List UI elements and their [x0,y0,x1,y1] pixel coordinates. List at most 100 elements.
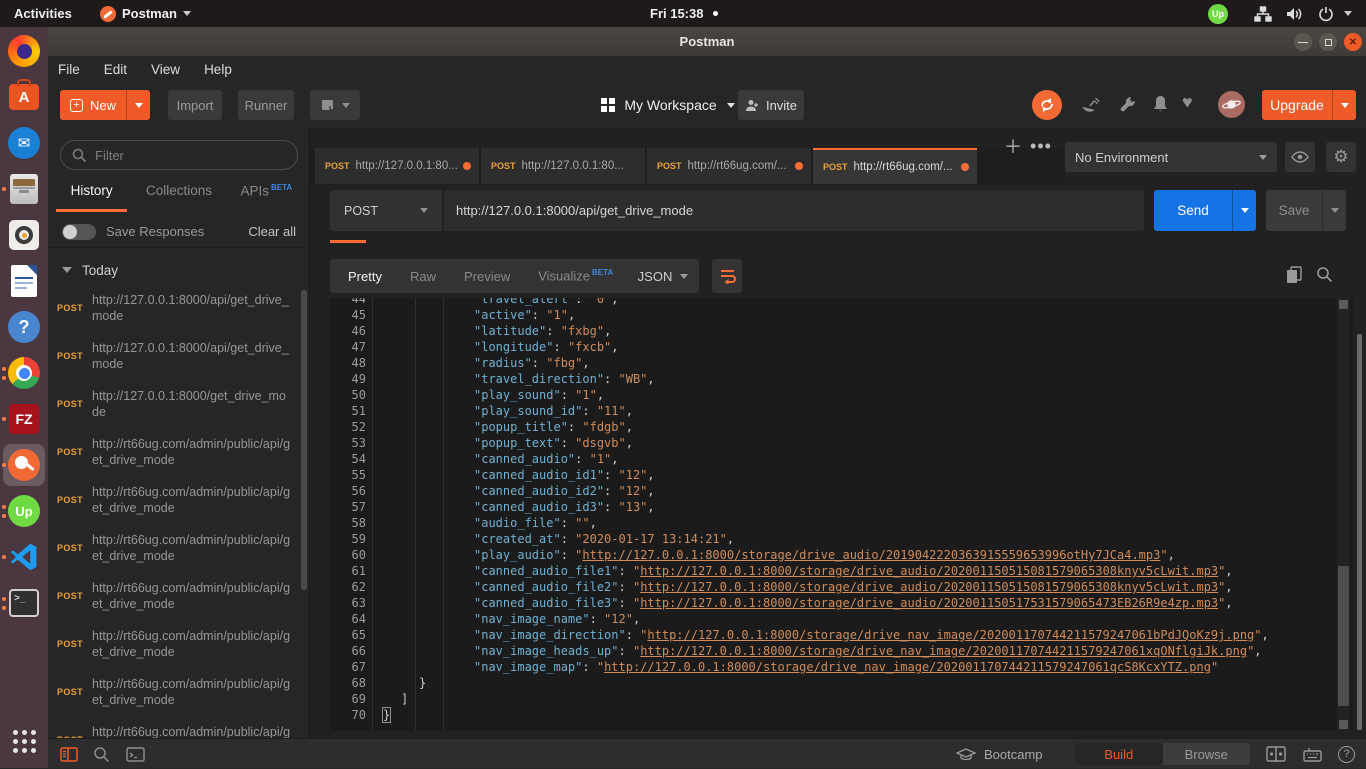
history-item[interactable]: POSThttp://rt66ug.com/admin/public/api/g… [48,716,310,738]
wrap-text-button[interactable] [712,259,742,293]
new-button[interactable]: +New [60,90,126,120]
dock-item-firefox[interactable] [0,29,48,73]
history-item[interactable]: POSThttp://rt66ug.com/admin/public/api/g… [48,476,310,524]
history-item[interactable]: POSThttp://127.0.0.1:8000/get_drive_mode [48,380,310,428]
clock[interactable]: Fri 15:38 [650,0,718,27]
shortcuts-button[interactable] [1303,739,1322,769]
upwork-tray-icon[interactable]: Up [1208,0,1228,27]
app-menu[interactable]: Postman [100,0,191,27]
search-response-button[interactable] [1316,266,1333,283]
menu-view[interactable]: View [151,62,180,77]
sync-status-icon[interactable] [1032,90,1062,120]
sidebar-tab-collections[interactable]: Collections [135,178,222,210]
method-select[interactable]: POST [330,190,442,231]
history-item[interactable]: POSThttp://rt66ug.com/admin/public/api/g… [48,668,310,716]
history-item[interactable]: POSThttp://127.0.0.1:8000/api/get_drive_… [48,284,310,332]
satellite-icon[interactable] [1081,96,1101,114]
history-item[interactable]: POSThttp://rt66ug.com/admin/public/api/g… [48,524,310,572]
history-item[interactable]: POSThttp://rt66ug.com/admin/public/api/g… [48,620,310,668]
environment-selector[interactable]: No Environment [1065,142,1277,172]
dock-item-terminal[interactable]: >_ [0,581,48,625]
open-new-window-button[interactable] [310,90,360,120]
maximize-button[interactable] [1319,33,1337,51]
pane-scrollbar[interactable] [1357,334,1362,730]
dock-item-filezilla[interactable]: FZ [0,397,48,441]
invite-button[interactable]: Invite [738,90,804,120]
bootcamp-button[interactable]: Bootcamp [956,739,1043,769]
menu-edit[interactable]: Edit [104,62,127,77]
minimize-button[interactable]: — [1294,33,1312,51]
bell-icon[interactable] [1152,95,1169,113]
save-button[interactable]: Save [1266,190,1322,231]
two-pane-view-button[interactable] [1266,739,1286,769]
filter-input[interactable] [60,140,298,170]
request-tab-1[interactable]: POSThttp://127.0.0.1:80... [315,148,479,184]
response-link[interactable]: http://127.0.0.1:8000/storage/drive_audi… [640,580,1218,594]
dock-item-postman[interactable] [0,443,48,487]
dock-item-chrome[interactable] [0,351,48,395]
import-button[interactable]: Import [168,90,222,120]
response-link[interactable]: http://127.0.0.1:8000/storage/drive_nav_… [647,628,1254,642]
response-scrollbar[interactable] [1337,298,1350,731]
menu-file[interactable]: File [58,62,80,77]
dock-item-upwork[interactable]: Up [0,489,48,533]
response-link[interactable]: http://127.0.0.1:8000/storage/drive_audi… [640,596,1218,610]
upgrade-button[interactable]: Upgrade [1262,90,1332,120]
response-format-select[interactable]: JSON [627,259,699,293]
volume-icon[interactable] [1286,0,1305,27]
environment-settings-button[interactable]: ⚙ [1326,142,1356,172]
request-tab-2[interactable]: POSThttp://127.0.0.1:80... [481,148,645,184]
dock-item-rhythmbox[interactable] [0,213,48,257]
menu-help[interactable]: Help [204,62,232,77]
dock-item-ubuntu-software[interactable]: A [0,75,48,119]
history-item[interactable]: POSThttp://127.0.0.1:8000/api/get_drive_… [48,332,310,380]
browse-tab[interactable]: Browse [1163,743,1251,765]
view-tab-visualize[interactable]: VisualizeBETA [524,268,627,283]
save-dropdown-button[interactable] [1322,190,1346,231]
response-link[interactable]: http://127.0.0.1:8000/storage/drive_nav_… [604,660,1211,674]
scroll-down-button[interactable] [1339,720,1348,729]
wrench-icon[interactable] [1119,95,1138,114]
history-item[interactable]: POSThttp://rt66ug.com/admin/public/api/g… [48,428,310,476]
system-menu-chevron-icon[interactable] [1344,0,1352,27]
view-tab-raw[interactable]: Raw [396,269,450,284]
send-dropdown-button[interactable] [1232,190,1256,231]
dock-item-libreoffice-writer[interactable] [0,259,48,303]
scrollbar-thumb[interactable] [1338,566,1349,706]
request-tab-3[interactable]: POSThttp://rt66ug.com/... [647,148,811,184]
clear-all-button[interactable]: Clear all [248,224,296,239]
heart-icon[interactable]: ♥ [1182,92,1193,113]
close-button[interactable]: ✕ [1344,33,1362,51]
console-button[interactable] [126,739,145,769]
view-tab-preview[interactable]: Preview [450,269,524,284]
response-link[interactable]: http://127.0.0.1:8000/storage/drive_audi… [582,548,1160,562]
new-dropdown-button[interactable] [126,90,150,120]
build-tab[interactable]: Build [1075,743,1163,765]
sidebar-tab-history[interactable]: History [48,178,135,210]
environment-quicklook-button[interactable] [1285,142,1315,172]
toggle-sidebar-button[interactable] [60,739,78,769]
history-item[interactable]: POSThttp://rt66ug.com/admin/public/api/g… [48,572,310,620]
save-responses-toggle[interactable] [62,224,96,240]
response-link[interactable]: http://127.0.0.1:8000/storage/drive_nav_… [640,644,1247,658]
url-input[interactable] [444,190,1144,231]
add-tab-button[interactable]: ＋ [998,132,1028,160]
show-applications-button[interactable] [0,719,48,763]
activities-button[interactable]: Activities [14,0,72,27]
view-tab-pretty[interactable]: Pretty [334,269,396,284]
workspace-switcher[interactable]: My Workspace [588,90,748,120]
find-button[interactable] [93,739,110,769]
copy-response-button[interactable] [1286,266,1302,284]
dock-item-vscode[interactable] [0,535,48,579]
dock-item-help[interactable]: ? [0,305,48,349]
scroll-up-button[interactable] [1339,300,1348,309]
history-group-today[interactable]: Today [48,256,310,284]
runner-button[interactable]: Runner [238,90,294,120]
request-tab-4[interactable]: POSThttp://rt66ug.com/... [813,148,977,184]
help-button[interactable]: ? [1338,739,1355,769]
tab-options-button[interactable]: ••• [1026,132,1056,160]
sidebar-tab-apis[interactable]: APIsBETA [223,178,310,210]
dock-item-files[interactable] [0,167,48,211]
power-icon[interactable] [1318,0,1334,27]
upgrade-dropdown-button[interactable] [1332,90,1356,120]
